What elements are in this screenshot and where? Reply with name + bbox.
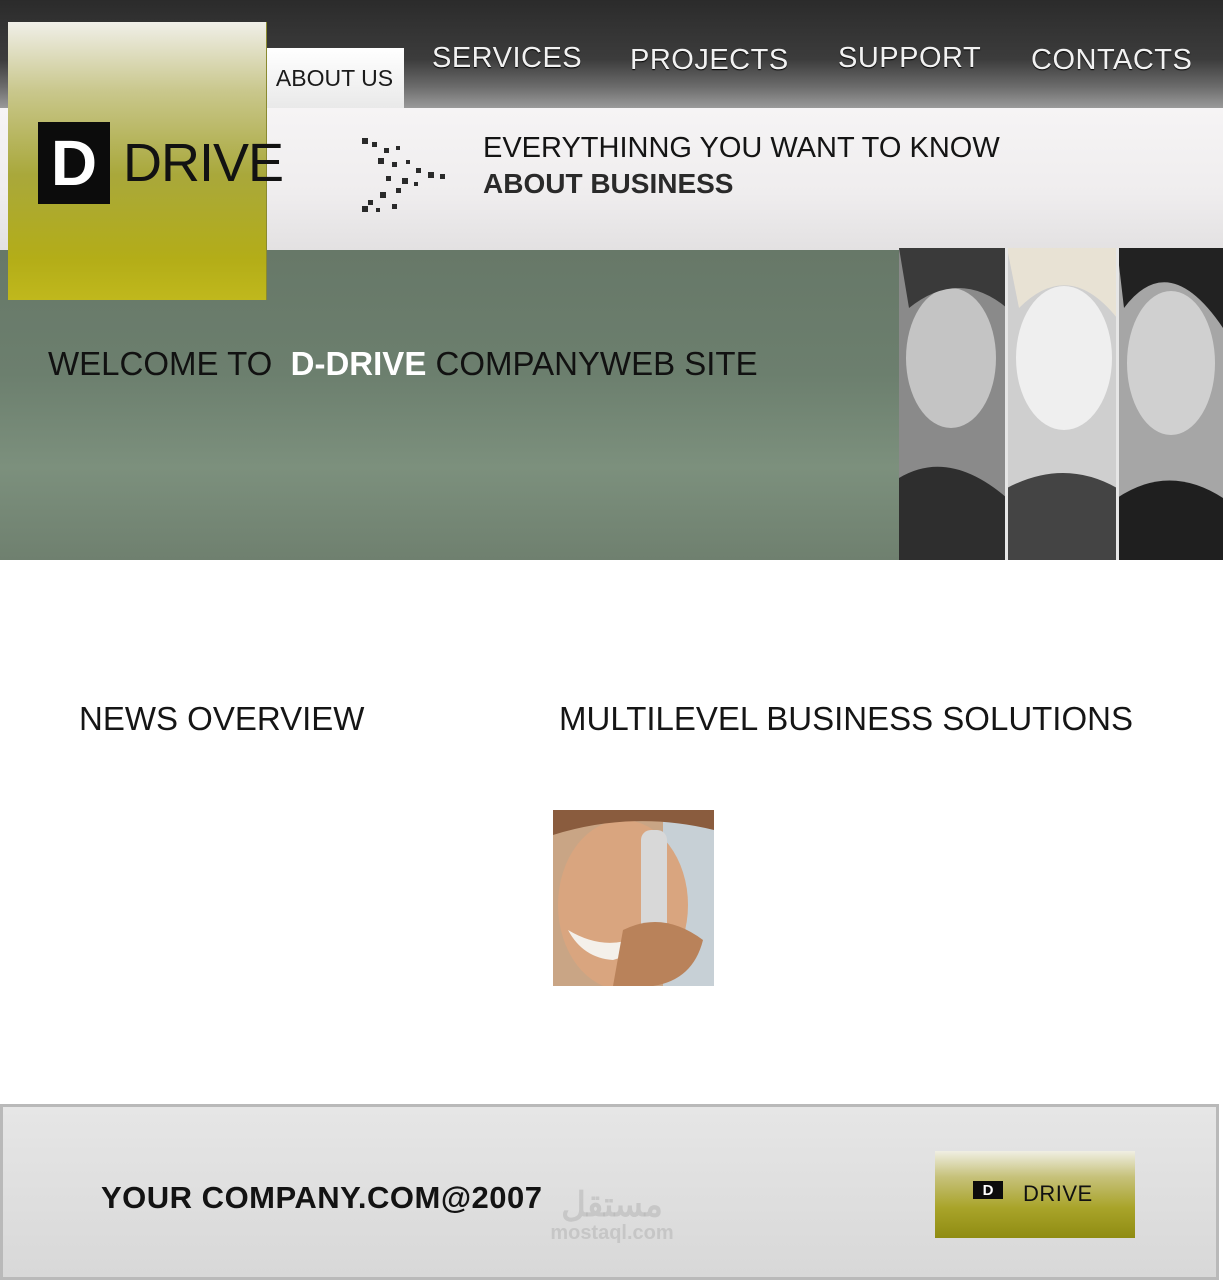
nav-projects[interactable]: PROJECTS bbox=[630, 44, 789, 77]
watermark: مستقل mostaql.com bbox=[537, 1188, 687, 1245]
watermark-arabic: مستقل bbox=[561, 1186, 663, 1224]
welcome-heading: WELCOME TO D-DRIVE COMPANYWEB SITE bbox=[48, 345, 758, 383]
nav-services[interactable]: SERVICES bbox=[432, 42, 582, 75]
phone-man-image bbox=[553, 810, 714, 986]
watermark-latin: mostaql.com bbox=[550, 1222, 674, 1244]
logo[interactable]: D DRIVE bbox=[8, 22, 284, 300]
tab-about-us-label: ABOUT US bbox=[275, 64, 394, 91]
business-people-image bbox=[899, 248, 1223, 560]
footer-copyright: YOUR COMPANY.COM@2007 bbox=[101, 1180, 543, 1215]
nav-support[interactable]: SUPPORT bbox=[838, 42, 981, 75]
nav-contacts[interactable]: CONTACTS bbox=[1031, 44, 1192, 77]
logo-wordmark: DRIVE bbox=[123, 133, 284, 193]
business-solutions-heading: MULTILEVEL BUSINESS SOLUTIONS bbox=[559, 700, 1133, 737]
dotted-arrow-icon bbox=[362, 138, 445, 212]
footer-logo-wordmark: DRIVE bbox=[1023, 1181, 1093, 1206]
phone-man-photo bbox=[553, 810, 714, 986]
tagline-line-1: EVERYTHINNG YOU WANT TO KNOW bbox=[483, 132, 1000, 164]
welcome-brand: D-DRIVE bbox=[290, 345, 427, 382]
business-people-photo bbox=[899, 248, 1223, 560]
tab-about-us[interactable]: ABOUT US bbox=[265, 48, 404, 108]
welcome-prefix: WELCOME TO bbox=[48, 345, 291, 382]
footer-logo-d-mark: D bbox=[973, 1181, 1003, 1199]
footer-logo-letter: D bbox=[982, 1181, 994, 1199]
news-overview-heading: NEWS OVERVIEW bbox=[79, 700, 365, 737]
tagline-line-2: ABOUT BUSINESS bbox=[483, 168, 734, 199]
logo-letter: D bbox=[50, 127, 98, 199]
welcome-suffix: COMPANYWEB SITE bbox=[426, 345, 758, 382]
logo-d-mark: D bbox=[38, 122, 110, 204]
footer-logo[interactable]: D DRIVE bbox=[935, 1151, 1135, 1238]
